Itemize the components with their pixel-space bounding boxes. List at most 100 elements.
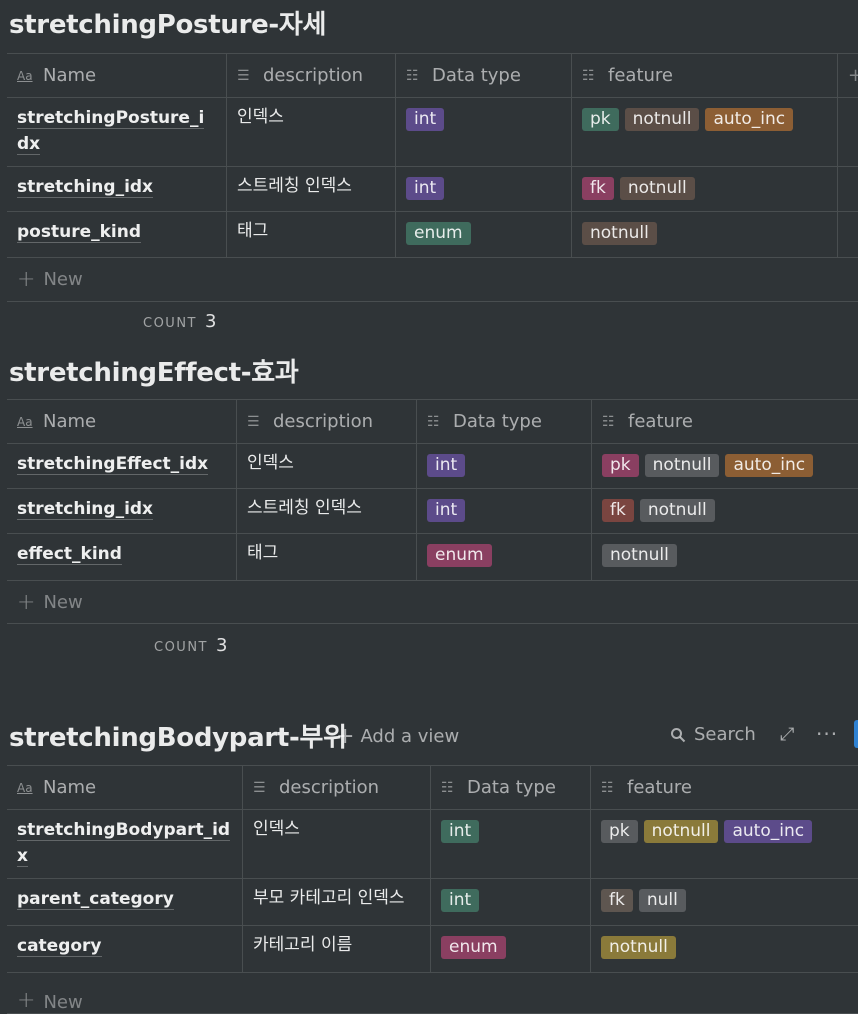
table: Aa Name ☰ description ☷ Data type ☷ feat…: [7, 399, 858, 624]
search-icon: [671, 727, 686, 742]
column-header-name[interactable]: Aa Name: [7, 54, 227, 97]
table-row[interactable]: category 카테고리 이름 enum notnull: [7, 926, 858, 973]
column-header-label: feature: [608, 65, 673, 86]
database-title[interactable]: stretchingBodypart-부위: [9, 717, 347, 754]
database-stretching-posture: stretchingPosture-자세 Aa Name ☰ descripti…: [0, 0, 858, 340]
row-feature[interactable]: fk notnull: [592, 489, 858, 533]
table-row[interactable]: stretchingEffect_idx 인덱스 int pk notnull au…: [7, 444, 858, 489]
row-name-text: parent_category: [17, 889, 174, 910]
row-name[interactable]: stretchingBodypart_idx: [7, 810, 243, 878]
add-column-button[interactable]: +: [838, 54, 858, 97]
column-header-label: feature: [627, 777, 692, 798]
database-title[interactable]: stretchingEffect-효과: [9, 352, 299, 389]
new-label: New: [43, 992, 83, 1013]
row-datatype[interactable]: enum: [431, 926, 591, 972]
row-name[interactable]: category: [7, 926, 243, 972]
row-datatype[interactable]: int: [417, 489, 592, 533]
table: Aa Name ☰ description ☷ Data type ☷ feat…: [7, 765, 858, 1014]
row-feature[interactable]: fk null: [591, 879, 858, 925]
plus-icon: +: [336, 724, 355, 749]
row-description[interactable]: 인덱스: [227, 98, 396, 166]
datatype-tag: int: [406, 108, 445, 131]
table-row[interactable]: effect_kind 태그 enum notnull: [7, 534, 858, 581]
feature-tag: notnull: [601, 936, 676, 959]
table-row[interactable]: stretchingPosture_idx 인덱스 int pk notnull a…: [7, 98, 858, 167]
row-extra: [838, 212, 858, 257]
row-description[interactable]: 스트레칭 인덱스: [227, 167, 396, 211]
table: Aa Name ☰ description ☷ Data type ☷ feat…: [7, 53, 858, 302]
column-header-datatype[interactable]: ☷ Data type: [431, 766, 591, 809]
database-title[interactable]: stretchingPosture-자세: [9, 4, 326, 41]
row-feature[interactable]: notnull: [572, 212, 838, 257]
row-description[interactable]: 태그: [227, 212, 396, 257]
row-description[interactable]: 스트레칭 인덱스: [237, 489, 417, 533]
row-name[interactable]: effect_kind: [7, 534, 237, 580]
row-name[interactable]: stretching_idx: [7, 167, 227, 211]
row-name[interactable]: stretchingPosture_idx: [7, 98, 227, 166]
column-header-feature[interactable]: ☷ feature: [572, 54, 838, 97]
row-feature[interactable]: pk notnull auto_inc: [591, 810, 858, 878]
row-datatype[interactable]: int: [396, 167, 572, 211]
database-stretching-bodypart: stretchingBodypart-부위 + Add a view Searc…: [0, 712, 858, 1014]
search-button[interactable]: Search: [670, 724, 756, 745]
table-row[interactable]: stretchingBodypart_idx 인덱스 int pk notnull…: [7, 810, 858, 879]
row-datatype[interactable]: int: [417, 444, 592, 488]
row-description[interactable]: 부모 카테고리 인덱스: [243, 879, 431, 925]
new-button-edge[interactable]: [854, 720, 858, 748]
row-datatype[interactable]: int: [396, 98, 572, 166]
column-header-description[interactable]: ☰ description: [243, 766, 431, 809]
add-new-row-button[interactable]: + New: [7, 581, 858, 624]
plus-icon: +: [17, 267, 36, 292]
row-extra: [838, 98, 858, 166]
datatype-tag: int: [441, 820, 480, 843]
row-datatype[interactable]: enum: [417, 534, 592, 580]
table-row[interactable]: stretching_idx 스트레칭 인덱스 int fk notnull: [7, 489, 858, 534]
column-header-feature[interactable]: ☷ feature: [592, 400, 858, 443]
text-lines-icon: ☰: [237, 67, 250, 84]
row-description[interactable]: 카테고리 이름: [243, 926, 431, 972]
row-count[interactable]: COUNT 3: [143, 311, 216, 332]
add-new-row-button[interactable]: + New: [7, 258, 858, 302]
datatype-tag: int: [441, 889, 480, 912]
list-icon: ☷: [582, 67, 595, 84]
row-datatype[interactable]: enum: [396, 212, 572, 257]
column-header-feature[interactable]: ☷ feature: [591, 766, 858, 809]
feature-tag: notnull: [619, 177, 695, 200]
column-header-name[interactable]: Aa Name: [7, 400, 237, 443]
more-options-button[interactable]: ···: [816, 722, 838, 746]
expand-button[interactable]: ⤢: [780, 724, 794, 745]
table-row[interactable]: parent_category 부모 카테고리 인덱스 int fk null: [7, 879, 858, 926]
plus-icon: +: [17, 589, 36, 615]
feature-tag: fk: [601, 889, 633, 912]
row-feature[interactable]: pk notnull auto_inc: [572, 98, 838, 166]
table-row[interactable]: posture_kind 태그 enum notnull: [7, 212, 858, 258]
add-view-button[interactable]: + Add a view: [336, 724, 459, 749]
row-extra: [838, 167, 858, 211]
row-description[interactable]: 인덱스: [243, 810, 431, 878]
column-header-name[interactable]: Aa Name: [7, 766, 243, 809]
row-name[interactable]: parent_category: [7, 879, 243, 925]
column-header-datatype[interactable]: ☷ Data type: [396, 54, 572, 97]
row-datatype[interactable]: int: [431, 810, 591, 878]
row-name[interactable]: stretchingEffect_idx: [7, 444, 237, 488]
row-name[interactable]: stretching_idx: [7, 489, 237, 533]
row-feature[interactable]: notnull: [591, 926, 858, 972]
row-feature[interactable]: pk notnull auto_inc: [592, 444, 858, 488]
row-feature[interactable]: fk notnull: [572, 167, 838, 211]
row-count[interactable]: COUNT 3: [154, 635, 227, 656]
table-row[interactable]: stretching_idx 스트레칭 인덱스 int fk notnull: [7, 167, 858, 212]
column-header-description[interactable]: ☰ description: [227, 54, 396, 97]
row-name[interactable]: posture_kind: [7, 212, 227, 257]
row-datatype[interactable]: int: [431, 879, 591, 925]
add-new-row-button[interactable]: + New: [7, 973, 858, 1014]
table-header-row: Aa Name ☰ description ☷ Data type ☷ feat…: [7, 400, 858, 444]
more-icon: ···: [816, 722, 839, 746]
column-header-description[interactable]: ☰ description: [237, 400, 417, 443]
list-icon: ☷: [601, 779, 614, 796]
row-description[interactable]: 태그: [237, 534, 417, 580]
row-feature[interactable]: notnull: [592, 534, 858, 580]
row-description[interactable]: 인덱스: [237, 444, 417, 488]
datatype-tag: int: [427, 454, 466, 477]
column-header-label: Name: [43, 411, 97, 432]
column-header-datatype[interactable]: ☷ Data type: [417, 400, 592, 443]
